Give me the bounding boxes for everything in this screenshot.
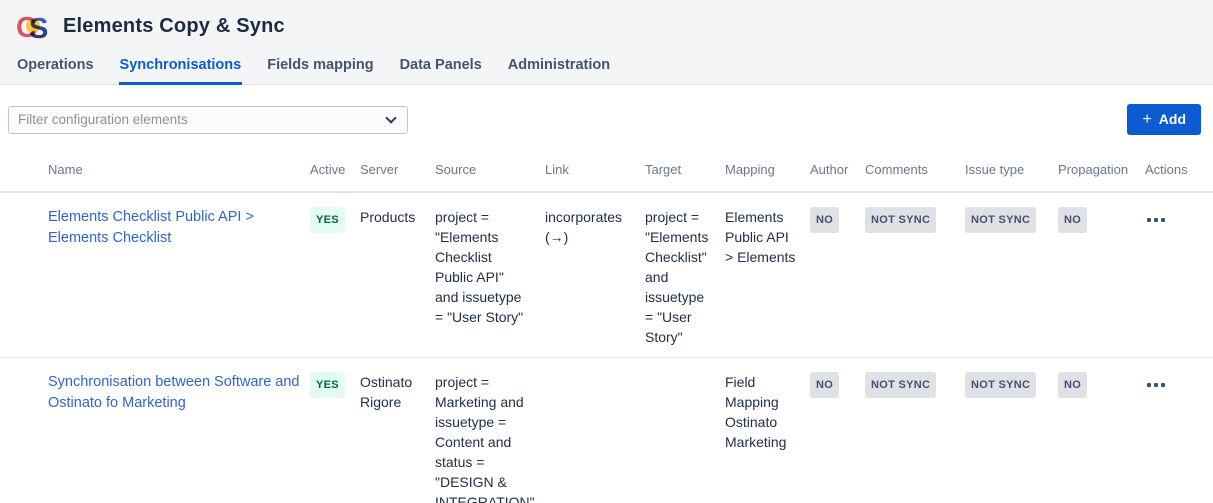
issue-type-badge: NOT SYNC bbox=[965, 372, 1036, 398]
tab-operations[interactable]: Operations bbox=[16, 52, 95, 85]
more-horizontal-icon[interactable] bbox=[1145, 377, 1167, 393]
column-target: Target bbox=[645, 150, 725, 192]
column-author: Author bbox=[810, 150, 865, 192]
column-active: Active bbox=[310, 150, 360, 192]
column-source: Source bbox=[435, 150, 545, 192]
app-logo-icon: C S bbox=[16, 9, 50, 43]
column-mapping: Mapping bbox=[725, 150, 810, 192]
propagation-badge: NO bbox=[1058, 207, 1087, 233]
filter-configuration-select[interactable]: Filter configuration elements bbox=[8, 106, 408, 134]
tab-fields-mapping[interactable]: Fields mapping bbox=[266, 52, 374, 85]
target-cell: project = "Elements Checklist" and issue… bbox=[645, 192, 725, 358]
mapping-cell: Elements Public API > Elements bbox=[725, 192, 810, 358]
comments-badge: NOT SYNC bbox=[865, 207, 936, 233]
page-title: Elements Copy & Sync bbox=[63, 15, 285, 38]
target-cell bbox=[645, 358, 725, 503]
filter-select-placeholder: Filter configuration elements bbox=[18, 112, 188, 127]
active-badge: YES bbox=[310, 207, 345, 233]
app-header: C S Elements Copy & Sync Operations Sync… bbox=[0, 0, 1213, 85]
sync-name-link[interactable]: Elements Checklist Public API > Elements… bbox=[48, 207, 304, 249]
column-handle bbox=[0, 150, 48, 192]
drag-handle-icon[interactable] bbox=[0, 358, 48, 503]
column-link: Link bbox=[545, 150, 645, 192]
server-cell: Ostinato Rigore bbox=[360, 358, 435, 503]
plus-icon bbox=[1142, 111, 1151, 127]
chevron-down-icon bbox=[385, 112, 396, 123]
table-row: Synchronisation between Software and Ost… bbox=[0, 358, 1213, 503]
table-header-row: Name Active Server Source Link Target Ma… bbox=[0, 150, 1213, 192]
column-server: Server bbox=[360, 150, 435, 192]
source-cell: project = "Elements Checklist Public API… bbox=[435, 192, 545, 358]
link-cell bbox=[545, 358, 645, 503]
author-badge: NO bbox=[810, 372, 839, 398]
add-button-label: Add bbox=[1159, 111, 1186, 127]
svg-text:S: S bbox=[29, 13, 48, 43]
issue-type-badge: NOT SYNC bbox=[965, 207, 1036, 233]
mapping-cell: Field Mapping Ostinato Marketing bbox=[725, 358, 810, 503]
sync-name-link[interactable]: Synchronisation between Software and Ost… bbox=[48, 372, 304, 414]
table-row: Elements Checklist Public API > Elements… bbox=[0, 192, 1213, 358]
column-name: Name bbox=[48, 150, 310, 192]
toolbar: Filter configuration elements Add bbox=[0, 85, 1213, 150]
server-cell: Products bbox=[360, 192, 435, 358]
synchronisations-table: Name Active Server Source Link Target Ma… bbox=[0, 150, 1213, 503]
tab-administration[interactable]: Administration bbox=[507, 52, 611, 85]
link-cell: incorporates (→) bbox=[545, 192, 645, 358]
comments-badge: NOT SYNC bbox=[865, 372, 936, 398]
propagation-badge: NO bbox=[1058, 372, 1087, 398]
author-badge: NO bbox=[810, 207, 839, 233]
tab-synchronisations[interactable]: Synchronisations bbox=[119, 52, 243, 85]
tab-bar: Operations Synchronisations Fields mappi… bbox=[0, 52, 1213, 85]
column-comments: Comments bbox=[865, 150, 965, 192]
add-button[interactable]: Add bbox=[1127, 104, 1201, 135]
column-actions: Actions bbox=[1145, 150, 1213, 192]
drag-handle-icon[interactable] bbox=[0, 192, 48, 358]
column-propagation: Propagation bbox=[1058, 150, 1145, 192]
more-horizontal-icon[interactable] bbox=[1145, 212, 1167, 228]
column-issue-type: Issue type bbox=[965, 150, 1058, 192]
tab-data-panels[interactable]: Data Panels bbox=[399, 52, 483, 85]
active-badge: YES bbox=[310, 372, 345, 398]
source-cell: project = Marketing and issuetype = Cont… bbox=[435, 358, 545, 503]
